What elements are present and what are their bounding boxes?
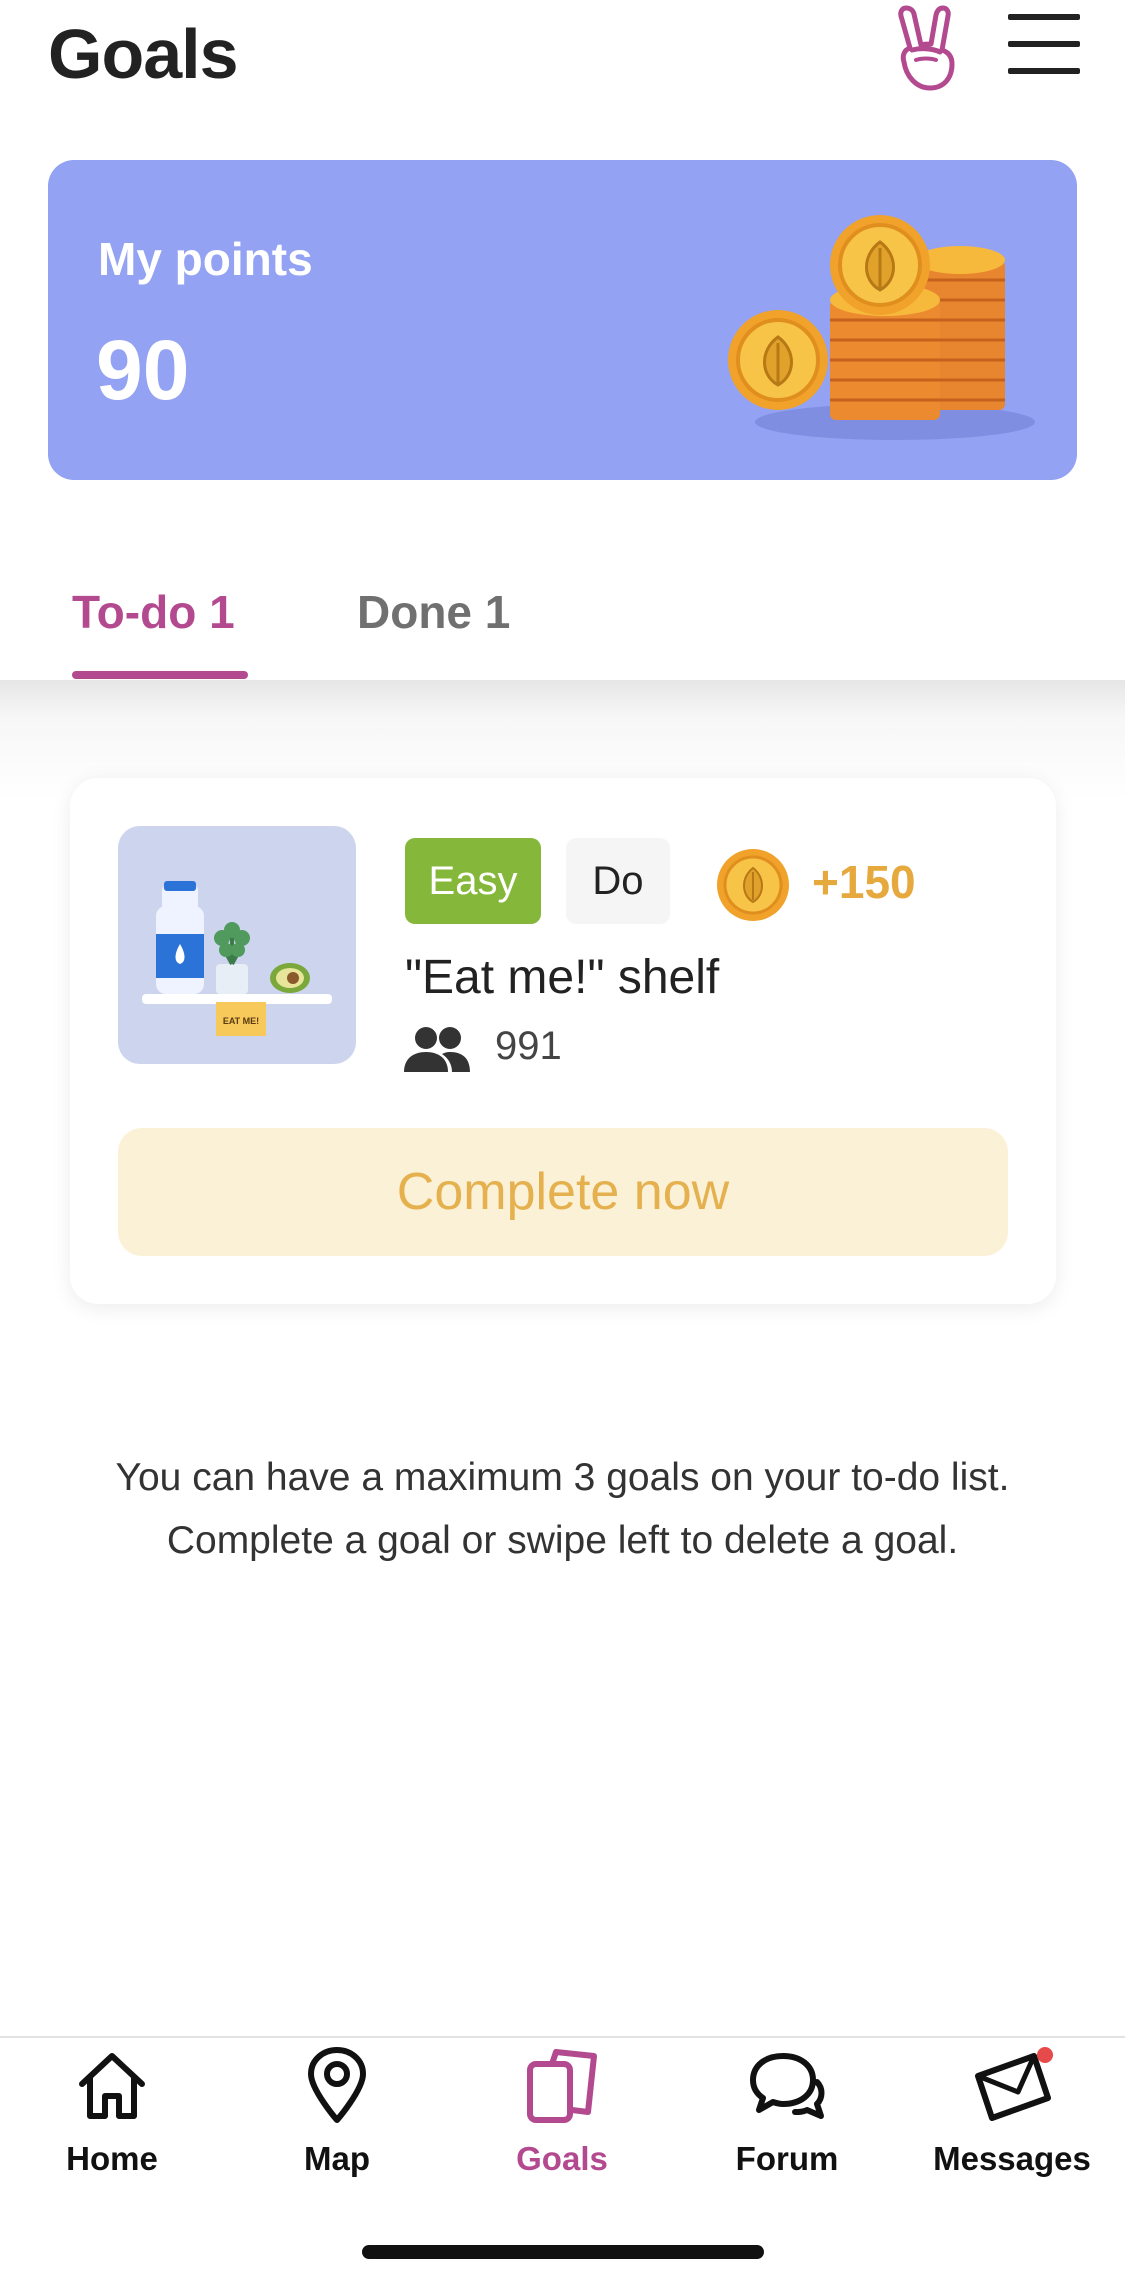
- nav-map-label: Map: [304, 2140, 370, 2177]
- active-tab-indicator: [72, 671, 248, 679]
- coin-icon: [717, 849, 789, 921]
- nav-forum-label: Forum: [735, 2140, 839, 2177]
- peace-hand-icon[interactable]: [876, 0, 972, 96]
- points-value: 90: [96, 323, 190, 417]
- goal-title: "Eat me!" shelf: [405, 951, 720, 1004]
- hamburger-menu-icon[interactable]: [1008, 14, 1080, 74]
- goal-type-badge: Do: [566, 838, 670, 924]
- goal-image: EAT ME!: [118, 826, 356, 1064]
- page-title: Goals: [48, 15, 239, 93]
- nav-goals[interactable]: Goals: [462, 2046, 662, 2186]
- home-icon: [79, 2053, 145, 2119]
- people-icon: [404, 1027, 470, 1072]
- nav-forum[interactable]: Forum: [687, 2046, 887, 2186]
- chat-bubbles-icon: [750, 2053, 825, 2119]
- tab-done[interactable]: Done 1: [357, 585, 510, 639]
- nav-home-label: Home: [66, 2140, 158, 2177]
- goals-cards-icon: [527, 2049, 597, 2123]
- eat-me-sticker: EAT ME!: [223, 1016, 259, 1026]
- nav-goals-label: Goals: [516, 2140, 608, 2177]
- reward-points: +150: [812, 856, 916, 908]
- points-label: My points: [98, 233, 313, 285]
- info-line-2: Complete a goal or swipe left to delete …: [166, 1519, 959, 1562]
- complete-now-button[interactable]: Complete now: [118, 1128, 1008, 1256]
- nav-home[interactable]: Home: [12, 2046, 212, 2186]
- nav-map[interactable]: Map: [237, 2046, 437, 2186]
- nav-messages[interactable]: Messages: [912, 2046, 1112, 2186]
- eat-me-shelf-illustration: EAT ME!: [142, 881, 332, 1036]
- home-indicator[interactable]: [362, 2245, 764, 2259]
- nav-messages-label: Messages: [933, 2140, 1091, 2177]
- coins-stack-illustration: [728, 215, 1035, 440]
- notification-dot: [1037, 2047, 1053, 2063]
- info-line-1: You can have a maximum 3 goals on your t…: [115, 1456, 1010, 1499]
- map-pin-icon: [308, 2047, 366, 2123]
- participant-count: 991: [495, 1024, 562, 1068]
- difficulty-badge: Easy: [405, 838, 541, 924]
- goals-limit-info: You can have a maximum 3 goals on your t…: [40, 1446, 1085, 1572]
- tab-todo[interactable]: To-do 1: [72, 585, 235, 639]
